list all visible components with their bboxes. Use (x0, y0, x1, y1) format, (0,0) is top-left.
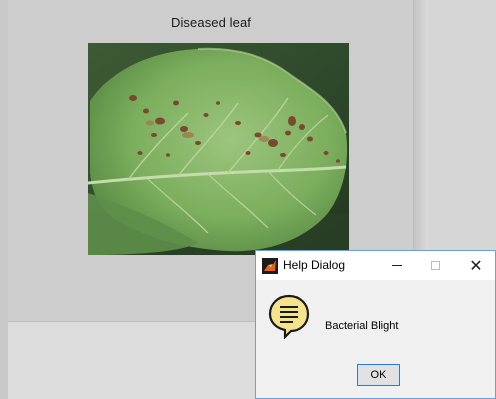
dialog-title: Help Dialog (283, 258, 346, 272)
dialog-body: Bacterial Blight OK (256, 280, 495, 398)
ok-button[interactable]: OK (357, 364, 400, 386)
maximize-icon (430, 261, 440, 270)
close-button[interactable]: ✕ (457, 251, 495, 280)
window-shadow (414, 0, 428, 250)
matlab-icon (262, 258, 278, 274)
dialog-message: Bacterial Blight (325, 320, 399, 332)
help-dialog: Help Dialog ✕ Bacterial Blight OK (255, 250, 496, 399)
figure-title: Diseased leaf (170, 15, 252, 30)
help-icon (267, 293, 311, 340)
diseased-leaf-image (88, 43, 349, 255)
minimize-icon (392, 265, 402, 266)
desktop-background (0, 0, 8, 399)
close-icon: ✕ (469, 255, 483, 275)
dialog-titlebar[interactable]: Help Dialog ✕ (256, 251, 495, 280)
background-window (428, 0, 496, 250)
minimize-button[interactable] (378, 251, 416, 280)
maximize-button[interactable] (416, 251, 454, 280)
